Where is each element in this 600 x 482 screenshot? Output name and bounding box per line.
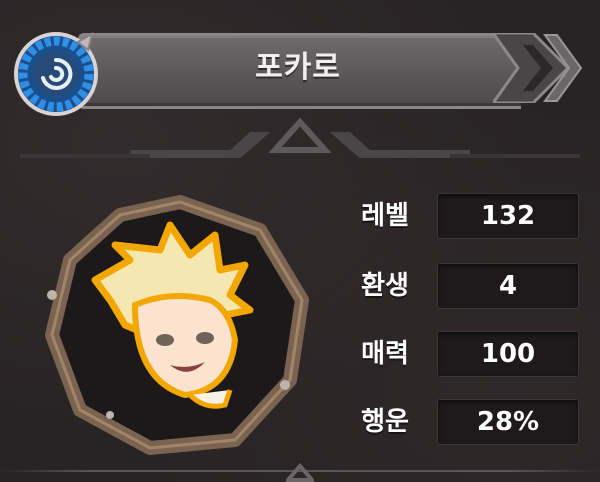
ornament-divider bbox=[20, 117, 580, 158]
chevron-up-icon bbox=[286, 462, 314, 482]
chevron-right-icon bbox=[493, 33, 583, 103]
stat-label: 매력 bbox=[361, 339, 409, 369]
stat-row-level: 레벨 132 bbox=[340, 193, 580, 239]
stat-label: 행운 bbox=[361, 407, 409, 437]
name-plate: 포카로 bbox=[78, 33, 583, 109]
stat-row-luck: 행운 28% bbox=[340, 399, 580, 445]
stat-value-box: 100 bbox=[437, 331, 579, 377]
character-portrait bbox=[45, 195, 309, 455]
stat-row-charm: 매력 100 bbox=[340, 331, 580, 377]
stat-value-box: 28% bbox=[437, 399, 579, 445]
stat-value: 132 bbox=[480, 201, 536, 231]
stat-value-box: 132 bbox=[437, 193, 579, 239]
stat-value-box: 4 bbox=[437, 263, 579, 309]
stat-value: 28% bbox=[476, 407, 540, 437]
stat-row-rebirth: 환생 4 bbox=[340, 263, 580, 309]
character-name: 포카로 bbox=[255, 50, 341, 85]
stat-label: 환생 bbox=[361, 271, 409, 301]
stat-label: 레벨 bbox=[361, 201, 409, 231]
guild-emblem-icon bbox=[14, 31, 98, 116]
stat-value: 100 bbox=[480, 339, 536, 369]
stat-value: 4 bbox=[498, 271, 518, 301]
